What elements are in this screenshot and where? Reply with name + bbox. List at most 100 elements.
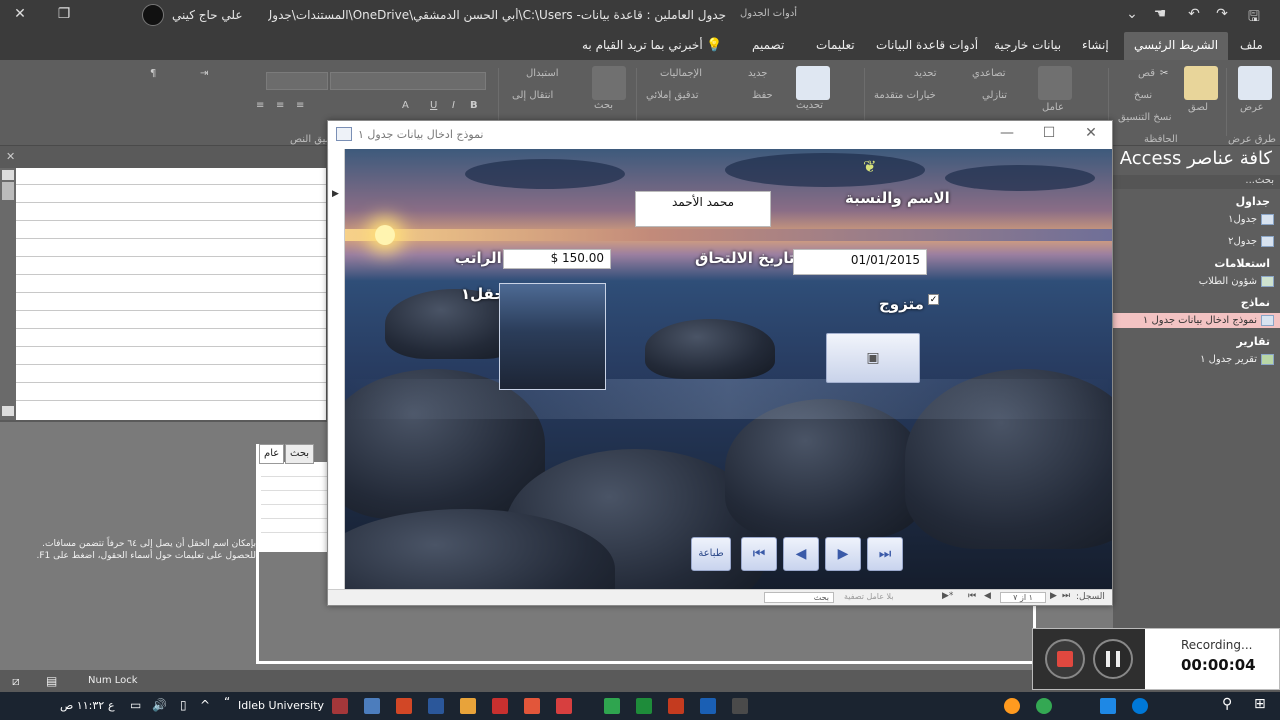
nav-section-forms[interactable]: نماذج	[1241, 296, 1270, 309]
taskbar-app-icon[interactable]	[556, 698, 572, 714]
taskbar-app-icon[interactable]	[668, 698, 684, 714]
tab-lookup[interactable]: بحث	[285, 444, 315, 464]
maximize-icon[interactable]: ☐	[1034, 125, 1064, 141]
pause-recording-button[interactable]	[1093, 639, 1133, 679]
property-list[interactable]	[259, 462, 329, 552]
refresh-button[interactable]: تحديث	[796, 100, 823, 111]
nav-section-queries[interactable]: استعلامات	[1214, 257, 1270, 270]
scroll-down-icon[interactable]	[2, 406, 14, 416]
first-record-button[interactable]: ⏮	[741, 537, 777, 571]
volume-icon[interactable]: 🔊	[152, 698, 167, 712]
view-icon[interactable]	[1238, 66, 1272, 100]
new-record-button[interactable]: جديد	[748, 68, 767, 79]
replace-button[interactable]: استبدال	[526, 68, 559, 79]
user-name[interactable]: علي حاج كيني	[172, 8, 243, 22]
ascending-button[interactable]: تصاعدي	[972, 68, 1006, 79]
access-app-icon[interactable]	[332, 698, 348, 714]
cut-button[interactable]: قص	[1138, 68, 1155, 79]
join-date-field[interactable]: 01/01/2015	[793, 249, 927, 275]
vertical-scrollbar[interactable]	[0, 168, 16, 420]
taskbar-app-icon[interactable]	[1100, 698, 1116, 714]
last-record-button[interactable]: ⏭	[867, 537, 903, 571]
nav-section-reports[interactable]: تقارير	[1237, 335, 1270, 348]
form-title-bar[interactable]: نموذج ادخال بيانات جدول ١ — ☐ ✕	[328, 121, 1112, 149]
next-nav-icon[interactable]: ▶	[1050, 591, 1057, 601]
undo-icon[interactable]: ↶	[1184, 6, 1204, 22]
nav-item-query[interactable]: شؤون الطلاب	[1199, 276, 1274, 287]
taskbar-app-icon[interactable]	[492, 698, 508, 714]
chrome-icon[interactable]	[1036, 698, 1052, 714]
stop-recording-button[interactable]	[1045, 639, 1085, 679]
taskbar-app-icon[interactable]	[364, 698, 380, 714]
previous-record-button[interactable]: ◀	[783, 537, 819, 571]
paste-button[interactable]: لصق	[1188, 102, 1208, 113]
datasheet-view-icon[interactable]: ▤	[46, 674, 57, 688]
qat-customize-icon[interactable]: ⌄	[1122, 6, 1142, 22]
tell-me-search[interactable]: أخبرني بما تريد القيام به	[582, 38, 703, 52]
user-avatar[interactable]	[142, 4, 164, 26]
new-record-nav-icon[interactable]: ▶*	[942, 591, 953, 601]
next-record-button[interactable]: ▶	[825, 537, 861, 571]
first-nav-icon[interactable]: ⏮	[968, 591, 976, 601]
taskbar-app-icon[interactable]	[636, 698, 652, 714]
nav-item-report[interactable]: تقرير جدول ١	[1200, 354, 1274, 365]
font-size-select[interactable]	[266, 72, 328, 90]
minimize-icon[interactable]: —	[992, 125, 1022, 141]
tab-database-tools[interactable]: أدوات قاعدة البيانات	[876, 38, 978, 52]
edge-icon[interactable]	[1132, 698, 1148, 714]
restore-window-icon[interactable]: ❐	[54, 6, 74, 22]
align-left-icon[interactable]: ≡	[296, 100, 304, 111]
salary-field[interactable]: $ 150.00	[503, 249, 611, 269]
scroll-up-icon[interactable]	[2, 170, 14, 180]
start-icon[interactable]: ⊞	[1254, 696, 1266, 712]
save-record-button[interactable]: حفظ	[752, 90, 773, 101]
font-name-select[interactable]	[330, 72, 486, 90]
print-button[interactable]: طباعة	[691, 537, 731, 571]
network-name[interactable]: Idleb University	[238, 699, 324, 712]
paste-icon[interactable]	[1184, 66, 1218, 100]
field-grid[interactable]	[16, 168, 326, 420]
last-nav-icon[interactable]: ⏭	[1062, 591, 1070, 601]
tab-home[interactable]: الشريط الرئيسي	[1124, 32, 1229, 60]
close-icon[interactable]: ✕	[1076, 125, 1106, 141]
notification-icon[interactable]: ▭	[130, 698, 141, 712]
find-button[interactable]: بحث	[594, 100, 613, 111]
format-painter-button[interactable]: نسخ التنسيق	[1118, 112, 1171, 123]
paragraph-direction-icon[interactable]: ¶	[150, 68, 156, 79]
nav-item-form[interactable]: نموذج ادخال بيانات جدول ١	[1113, 313, 1280, 328]
taskbar-app-icon[interactable]	[524, 698, 540, 714]
align-right-icon[interactable]: ≡	[256, 100, 264, 111]
search-icon[interactable]: ⚲	[1222, 696, 1232, 712]
descending-button[interactable]: تنازلي	[982, 90, 1007, 101]
taskbar-app-icon[interactable]	[700, 698, 716, 714]
italic-icon[interactable]: I	[452, 100, 455, 111]
married-checkbox[interactable]: ✓	[928, 294, 939, 305]
name-field[interactable]: محمد الأحمد	[635, 191, 771, 227]
view-button[interactable]: عرض	[1240, 102, 1264, 113]
touch-mode-icon[interactable]: ☚	[1150, 6, 1170, 22]
tab-general[interactable]: عام	[259, 444, 285, 464]
font-color-icon[interactable]: A	[402, 100, 409, 111]
selection-button[interactable]: تحديد	[914, 68, 937, 79]
nav-search-input[interactable]: بحث...	[1113, 175, 1280, 189]
align-center-icon[interactable]: ≡	[276, 100, 284, 111]
tab-design[interactable]: تصميم	[752, 38, 784, 52]
firefox-icon[interactable]	[1004, 698, 1020, 714]
prev-nav-icon[interactable]: ◀	[984, 591, 991, 601]
taskbar-app-icon[interactable]	[396, 698, 412, 714]
chart-view-icon[interactable]: ⧄	[12, 674, 20, 689]
find-icon[interactable]	[592, 66, 626, 100]
battery-icon[interactable]: ▯	[180, 698, 187, 712]
totals-button[interactable]: الإجماليات	[660, 68, 702, 79]
filter-icon[interactable]	[1038, 66, 1072, 100]
clock[interactable]: ١١:٣٢ ص	[60, 699, 104, 712]
indent-icon[interactable]: ⇥	[200, 68, 208, 79]
tab-help[interactable]: تعليمات	[816, 38, 855, 52]
show-hidden-icons[interactable]: ^	[200, 698, 210, 712]
tab-create[interactable]: إنشاء	[1082, 38, 1109, 52]
advanced-button[interactable]: خيارات متقدمة	[874, 90, 936, 101]
refresh-icon[interactable]	[796, 66, 830, 100]
record-position-input[interactable]: ١ از ٧	[1000, 592, 1046, 603]
attachment-field[interactable]	[499, 283, 606, 390]
taskbar-app-icon[interactable]	[604, 698, 620, 714]
